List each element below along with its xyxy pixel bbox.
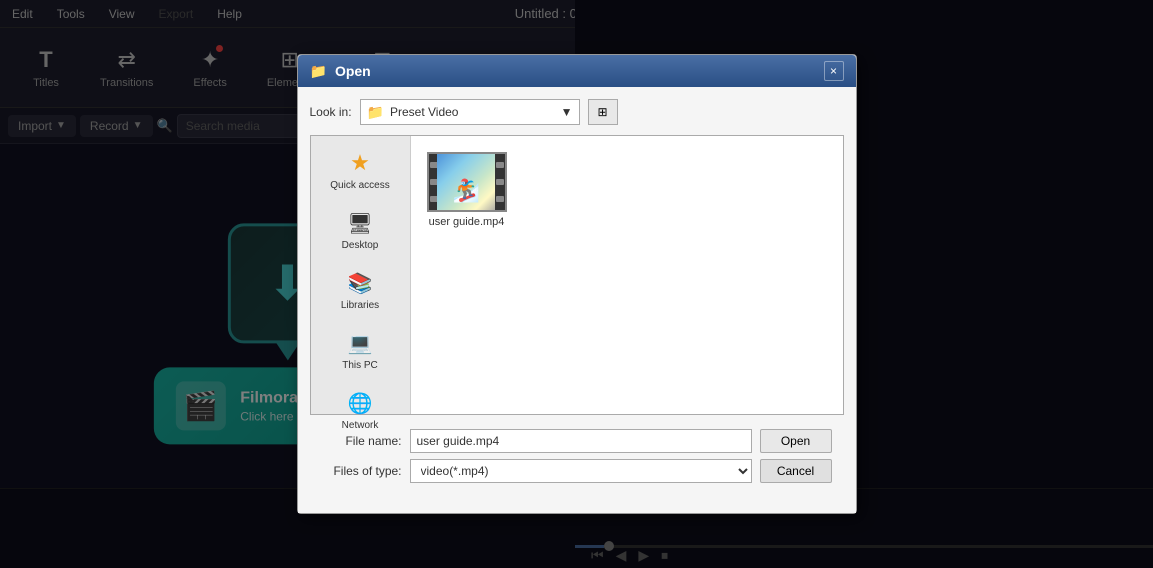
cancel-button[interactable]: Cancel [760,459,832,483]
dialog-body: Look in: 📁 Preset Video ▼ ⊞ ★ Quick acce… [298,87,856,513]
sidebar-this-pc[interactable]: 💻 This PC [311,321,410,381]
quick-access-icon: ★ [350,150,370,176]
look-in-row: Look in: 📁 Preset Video ▼ ⊞ [310,99,844,125]
files-of-type-select[interactable]: video(*.mp4) [410,459,752,483]
sidebar-quick-access-label: Quick access [330,180,389,191]
dialog-close-button[interactable]: × [824,61,844,81]
look-in-dropdown[interactable]: 📁 Preset Video ▼ [360,99,580,125]
film-strip-right [495,154,505,210]
look-in-value: Preset Video [390,105,555,119]
sidebar-desktop-label: Desktop [342,240,379,251]
sidebar-quick-access[interactable]: ★ Quick access [311,140,410,201]
dialog-footer: File name: Open Files of type: video(*.m… [310,425,844,501]
film-hole [496,162,504,168]
desktop-icon: 🖥 [347,211,372,236]
file-name-input[interactable] [410,429,752,453]
sidebar-libraries[interactable]: 📚 Libraries [311,261,410,321]
sidebar-network-label: Network [342,420,379,431]
thumbnail-figure: 🏂 [453,178,480,204]
view-grid-icon: ⊞ [598,105,608,119]
file-name-label: user guide.mp4 [429,216,505,228]
look-in-arrow-icon: ▼ [561,105,573,119]
dialog-overlay: 📁 Open × Look in: 📁 Preset Video ▼ ⊞ [0,0,1153,568]
dialog-sidebar: ★ Quick access 🖥 Desktop 📚 Libraries 💻 T… [311,136,411,414]
film-hole [496,179,504,185]
open-dialog: 📁 Open × Look in: 📁 Preset Video ▼ ⊞ [297,54,857,514]
film-hole [496,196,504,202]
dialog-titlebar: 📁 Open × [298,55,856,87]
sidebar-libraries-label: Libraries [341,300,379,311]
open-button[interactable]: Open [760,429,832,453]
dialog-folder-icon: 📁 [310,63,327,80]
dialog-files: 🏂 user guide.mp4 [411,136,843,414]
dialog-title: 📁 Open [310,63,371,80]
files-of-type-label: Files of type: [322,464,402,478]
files-type-row: Files of type: video(*.mp4) Cancel [322,459,832,483]
network-icon: 🌐 [348,391,373,416]
view-options-button[interactable]: ⊞ [588,99,618,125]
dialog-content: ★ Quick access 🖥 Desktop 📚 Libraries 💻 T… [310,135,844,415]
this-pc-icon: 💻 [348,331,373,356]
file-name-field-label: File name: [322,434,402,448]
libraries-icon: 📚 [348,271,373,296]
thumbnail-image: 🏂 [437,152,497,212]
file-item-user-guide[interactable]: 🏂 user guide.mp4 [423,148,511,232]
file-thumbnail: 🏂 [427,152,507,212]
look-in-label: Look in: [310,105,352,119]
sidebar-network[interactable]: 🌐 Network [311,381,410,441]
sidebar-desktop[interactable]: 🖥 Desktop [311,201,410,261]
sidebar-this-pc-label: This PC [342,360,378,371]
look-in-folder-icon: 📁 [367,104,384,121]
